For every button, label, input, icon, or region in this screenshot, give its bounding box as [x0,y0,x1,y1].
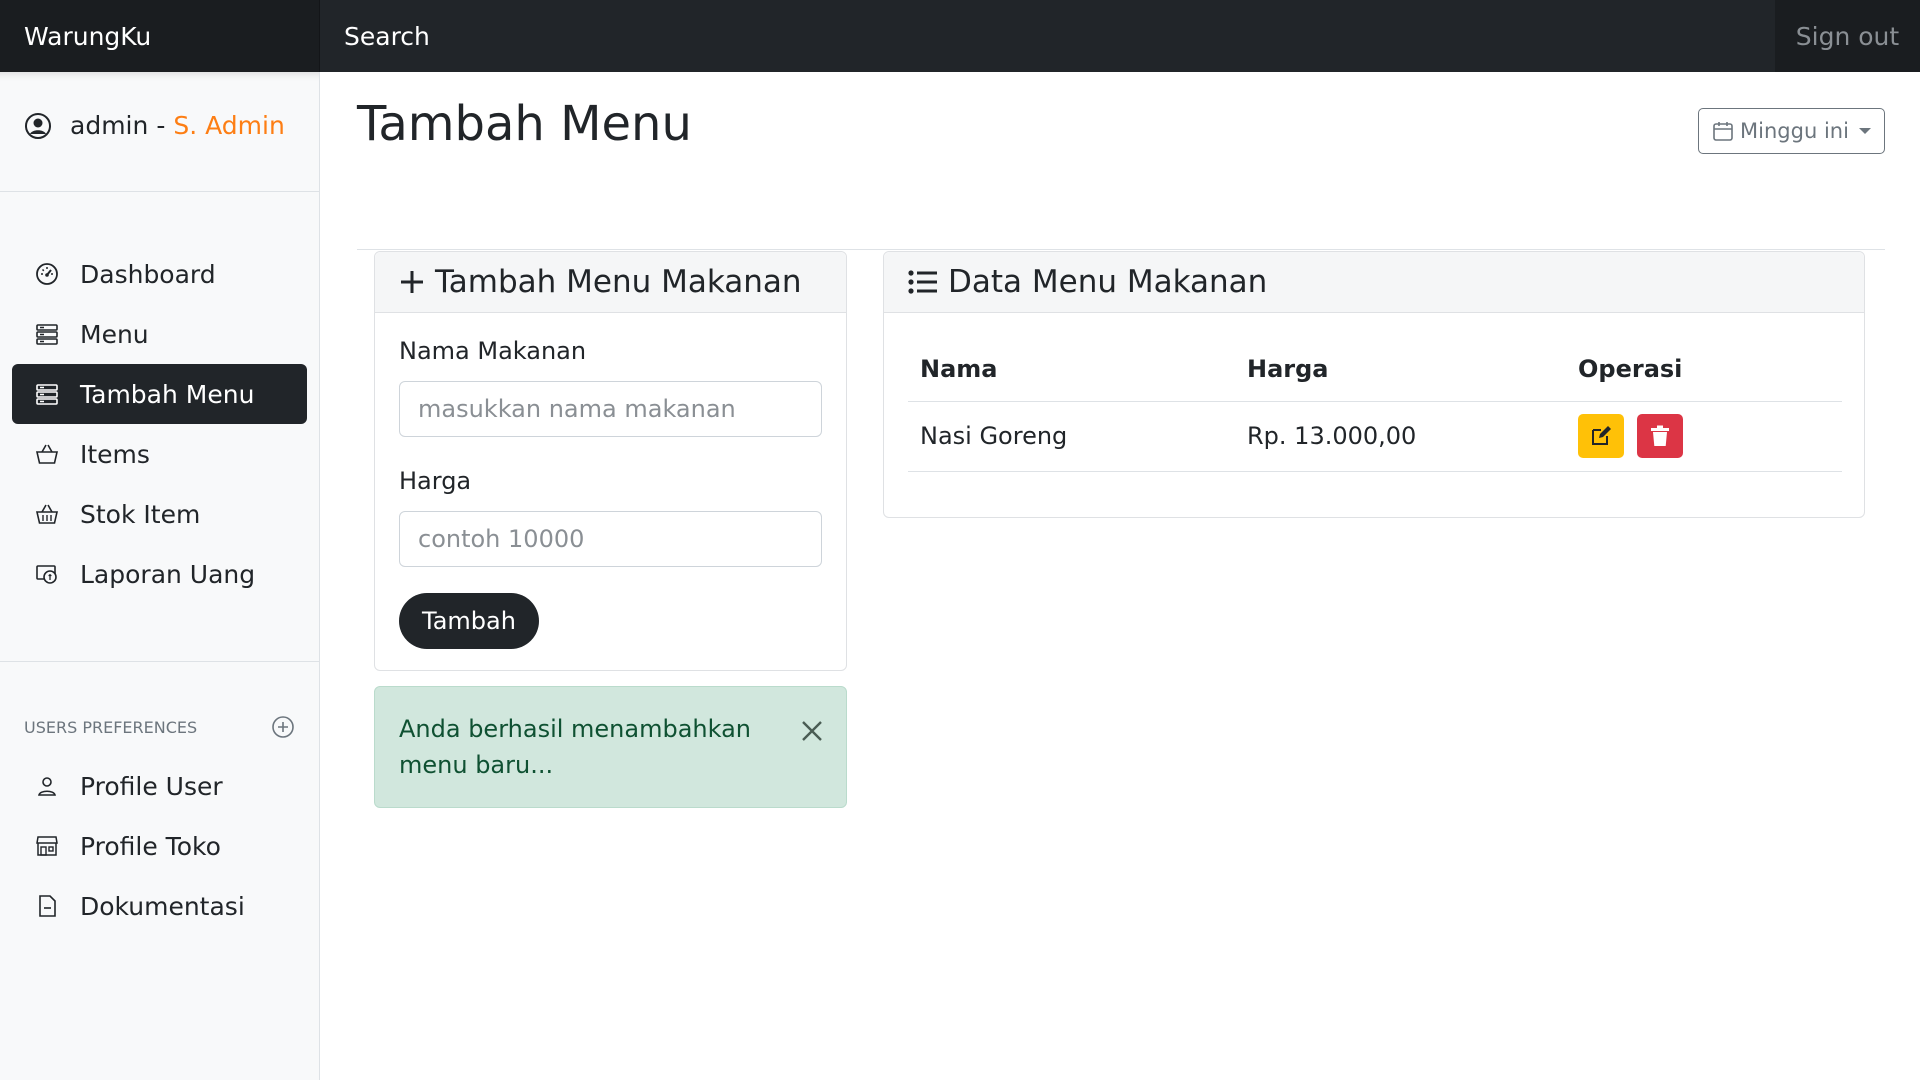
add-menu-card-title: Tambah Menu Makanan [435,264,802,300]
user-name: admin [70,111,149,140]
tambah-button[interactable]: Tambah [399,593,539,649]
sidebar-item-profile-user[interactable]: Profile User [12,756,307,816]
sidebar-nav: Dashboard Menu Tambah Menu Items Stok It… [0,192,319,604]
table-row: Nasi Goreng Rp. 13.000,00 [908,401,1842,472]
column-header-harga: Harga [1235,337,1566,402]
chevron-down-icon [1858,128,1871,134]
top-navbar: WarungKu Search Sign out [0,0,1920,72]
person-icon [34,773,60,799]
add-menu-form: Nama Makanan Harga Tambah [375,313,846,649]
sidebar-item-label: Dashboard [80,259,216,289]
food-name-label: Nama Makanan [399,337,587,365]
sidebar-item-label: Stok Item [80,499,201,529]
column-header-operasi: Operasi [1566,337,1842,402]
food-name-input[interactable] [399,381,822,437]
file-icon [34,893,60,919]
sidebar-item-tambah-menu[interactable]: Tambah Menu [12,364,307,424]
sidebar-item-dokumentasi[interactable]: Dokumentasi [12,876,307,936]
search-input[interactable]: Search [320,0,1775,72]
list-icon [908,269,938,295]
sidebar-item-label: Items [80,439,150,469]
column-header-nama: Nama [908,337,1235,402]
sidebar-item-profile-toko[interactable]: Profile Toko [12,816,307,876]
plus-icon [399,269,425,295]
user-info: admin - S. Admin [0,72,319,192]
sidebar-item-label: Dokumentasi [80,891,245,921]
cash-report-icon [34,561,60,587]
edit-button[interactable] [1578,414,1624,458]
preferences-nav: Profile User Profile Toko Dokumentasi [0,756,319,936]
preferences-heading-label: USERS PREFERENCES [24,717,198,737]
sidebar-item-items[interactable]: Items [12,424,307,484]
menu-table: Nama Harga Operasi Nasi Goreng Rp. 13.00… [908,337,1842,472]
trash-icon [1650,425,1669,446]
speedometer-icon [34,261,60,287]
success-alert: Anda berhasil menambahkan menu baru... [374,686,847,808]
sign-out-link[interactable]: Sign out [1775,0,1920,72]
add-menu-card: Tambah Menu Makanan Nama Makanan Harga T… [374,251,847,671]
sidebar-item-label: Profile User [80,771,223,801]
price-label: Harga [399,467,472,495]
sidebar-item-menu[interactable]: Menu [12,304,307,364]
sidebar: admin - S. Admin Dashboard Menu Tambah M… [0,72,320,1080]
sidebar-divider [0,661,319,662]
shop-icon [34,833,60,859]
menu-list-icon [34,381,60,407]
table-header-row: Nama Harga Operasi [908,337,1842,402]
user-circle-icon [25,112,51,139]
alert-message: Anda berhasil menambahkan menu baru... [399,715,752,779]
cell-nama: Nasi Goreng [908,401,1235,472]
sidebar-item-stok-item[interactable]: Stok Item [12,484,307,544]
sidebar-item-label: Laporan Uang [80,559,256,589]
sidebar-item-label: Tambah Menu [80,379,255,409]
sidebar-item-label: Menu [80,319,149,349]
period-dropdown-button[interactable]: Minggu ini [1698,108,1885,154]
delete-button[interactable] [1636,414,1683,458]
sidebar-item-dashboard[interactable]: Dashboard [12,244,307,304]
basket-icon [34,441,60,467]
user-role: S. Admin [173,111,285,140]
edit-icon [1592,426,1611,445]
close-icon[interactable] [798,717,826,745]
price-input[interactable] [399,511,822,567]
add-menu-card-header: Tambah Menu Makanan [375,252,846,313]
brand-logo[interactable]: WarungKu [0,0,320,72]
period-label: Minggu ini [1740,119,1849,143]
add-circle-icon[interactable] [271,715,295,739]
main-content: Tambah Menu Minggu ini Tambah Menu Makan… [321,72,1920,1080]
cell-operasi [1566,401,1842,472]
menu-data-card: Data Menu Makanan Nama Harga Operasi Nas… [883,251,1865,518]
calendar-icon [1713,122,1733,141]
menu-list-icon [34,321,60,347]
preferences-heading: USERS PREFERENCES [0,698,319,756]
menu-data-card-header: Data Menu Makanan [884,252,1864,313]
cell-harga: Rp. 13.000,00 [1235,401,1566,472]
page-title: Tambah Menu [357,96,692,152]
sidebar-item-label: Profile Toko [80,831,221,861]
user-separator: - [156,111,166,140]
menu-data-card-title: Data Menu Makanan [948,264,1268,300]
title-divider [357,249,1885,250]
sidebar-item-laporan-uang[interactable]: Laporan Uang [12,544,307,604]
basket-stock-icon [34,501,60,527]
